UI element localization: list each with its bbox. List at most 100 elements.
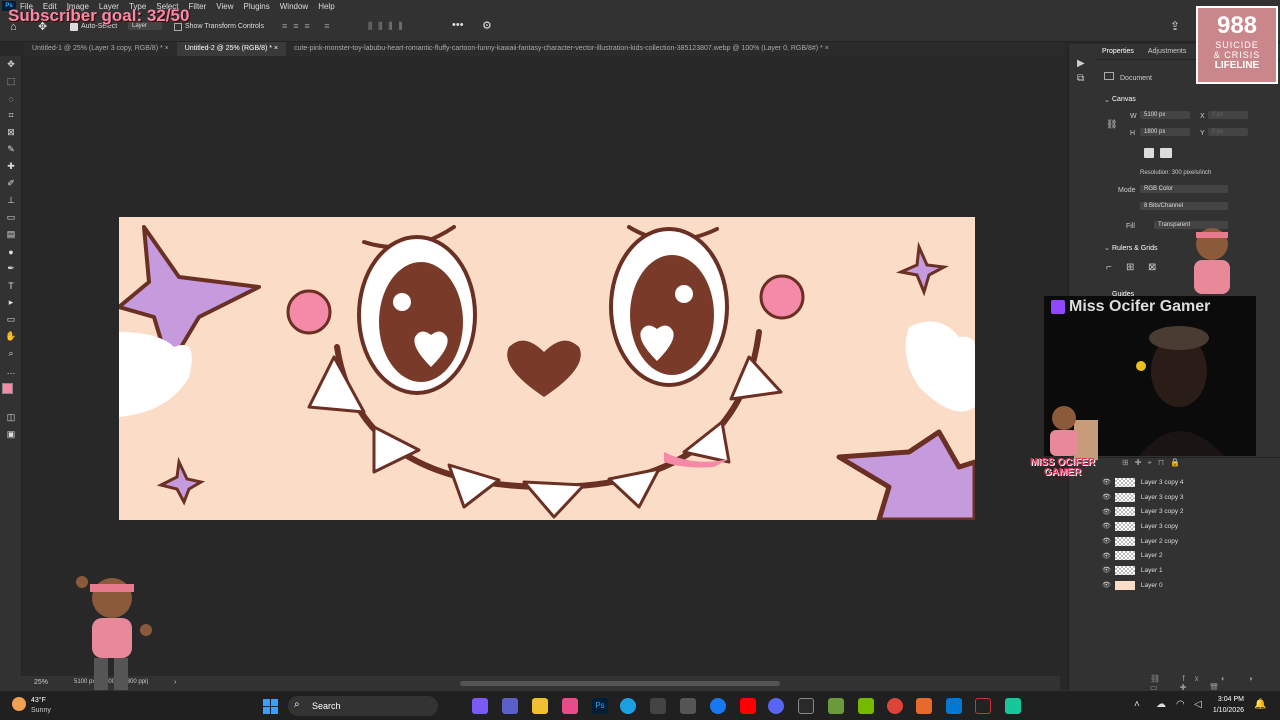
wifi-icon[interactable]: ◠ <box>1176 699 1185 710</box>
gradient-tool-icon[interactable]: ▤ <box>0 226 22 243</box>
zoom-level[interactable]: 25% <box>34 679 48 686</box>
ruler-icon[interactable]: ⌐ <box>1106 262 1112 273</box>
app-icon-pink[interactable] <box>562 698 578 714</box>
nvidia-icon[interactable] <box>858 698 874 714</box>
y-field[interactable]: 0 px <box>1208 128 1248 136</box>
healing-tool-icon[interactable]: ✚ <box>0 158 22 175</box>
close-icon[interactable]: × <box>165 45 169 52</box>
close-icon[interactable]: × <box>274 45 278 52</box>
marquee-tool-icon[interactable]: ⬚ <box>0 73 22 90</box>
eye-visibility-icon[interactable]: 👁 <box>1102 478 1111 486</box>
eye-visibility-icon[interactable]: 👁 <box>1102 493 1111 501</box>
frame-tool-icon[interactable]: ⊠ <box>0 124 22 141</box>
play-icon[interactable]: ▶ <box>1077 58 1096 69</box>
eye-visibility-icon[interactable]: 👁 <box>1102 581 1111 589</box>
layer-row[interactable]: 👁 Layer 3 copy 2 <box>1096 504 1280 519</box>
app-icon-a[interactable] <box>680 698 696 714</box>
canvas-chevron-icon[interactable]: ⌄ <box>1104 96 1110 104</box>
zoom-tool-icon[interactable]: ⌕ <box>0 345 22 362</box>
youtube-icon[interactable] <box>740 698 756 714</box>
layer-row[interactable]: 👁 Layer 2 <box>1096 548 1280 563</box>
layer-filter-icons[interactable]: ⊞✚⌖⊓🔒 <box>1122 458 1186 467</box>
eye-visibility-icon[interactable]: 👁 <box>1102 552 1111 560</box>
discord-icon[interactable] <box>768 698 784 714</box>
path-select-tool-icon[interactable]: ▸ <box>0 294 22 311</box>
menu-window[interactable]: Window <box>280 2 308 11</box>
app-icon-orange[interactable] <box>916 698 932 714</box>
weather-sun-icon[interactable] <box>12 697 26 711</box>
photoshop-taskbar-icon[interactable]: Ps <box>592 698 608 714</box>
bits-dropdown[interactable]: 8 Bits/Channel <box>1140 202 1228 210</box>
eye-visibility-icon[interactable]: 👁 <box>1102 522 1111 530</box>
edge-icon[interactable] <box>620 698 636 714</box>
height-field[interactable]: 1800 px <box>1140 128 1190 136</box>
store-icon[interactable] <box>650 698 666 714</box>
menu-filter[interactable]: Filter <box>189 2 207 11</box>
tab-webp-image[interactable]: cute-pink-monster-toy-labubu-heart-roman… <box>286 42 837 56</box>
weather-temp[interactable]: 43°F <box>31 697 46 704</box>
more-tools-icon[interactable]: … <box>0 362 22 379</box>
status-arrow-icon[interactable]: › <box>174 679 176 686</box>
foreground-color-swatch[interactable] <box>2 383 13 394</box>
file-explorer-icon[interactable] <box>532 698 548 714</box>
stamp-tool-icon[interactable]: ⊥ <box>0 192 22 209</box>
shape-tool-icon[interactable]: ▭ <box>0 311 22 328</box>
menu-plugins[interactable]: Plugins <box>244 2 270 11</box>
screen-mode-icon[interactable]: ▣ <box>0 426 22 443</box>
swatch-icon[interactable]: ⧉ <box>1077 73 1096 84</box>
distribute-icons[interactable]: ⫼⫼⫼⫼ <box>368 21 409 32</box>
crop-tool-icon[interactable]: ⌗ <box>0 107 22 124</box>
more-options-icon[interactable]: ••• <box>452 19 464 31</box>
tab-properties[interactable]: Properties <box>1096 44 1140 59</box>
quick-mask-icon[interactable]: ◫ <box>0 409 22 426</box>
clock-time[interactable]: 3:04 PM <box>1208 696 1244 703</box>
eyedropper-tool-icon[interactable]: ✎ <box>0 141 22 158</box>
portrait-icon[interactable] <box>1144 148 1154 158</box>
x-field[interactable]: 0 px <box>1208 111 1248 119</box>
lasso-tool-icon[interactable]: ◌ <box>0 90 22 107</box>
share-icon[interactable]: ⇪ <box>1170 19 1180 33</box>
landscape-icon[interactable] <box>1160 148 1172 158</box>
type-tool-icon[interactable]: T <box>0 277 22 294</box>
hand-tool-icon[interactable]: ✋ <box>0 328 22 345</box>
layer-row[interactable]: 👁 Layer 3 copy <box>1096 519 1280 534</box>
gear-icon[interactable]: ⚙ <box>482 19 492 32</box>
layer-row[interactable]: 👁 Layer 3 copy 4 <box>1096 475 1280 490</box>
chrome-icon[interactable] <box>887 698 903 714</box>
move-tool-icon[interactable]: ✥ <box>0 56 22 73</box>
layer-row[interactable]: 👁 Layer 2 copy <box>1096 534 1280 549</box>
tray-cloud-icon[interactable]: ☁ <box>1156 699 1166 710</box>
mode-dropdown[interactable]: RGB Color <box>1140 185 1228 193</box>
close-icon[interactable]: × <box>825 45 829 52</box>
taskbar-search-box[interactable]: ⌕ Search <box>288 696 438 716</box>
menu-view[interactable]: View <box>216 2 233 11</box>
tab-adjustments[interactable]: Adjustments <box>1142 44 1193 59</box>
clock-date[interactable]: 1/10/2026 <box>1204 707 1244 714</box>
color-swatches[interactable] <box>0 379 21 409</box>
eye-visibility-icon[interactable]: 👁 <box>1102 537 1111 545</box>
tray-chevron-icon[interactable]: ˄ <box>1134 699 1140 710</box>
speaker-icon[interactable]: ◁ <box>1194 699 1202 710</box>
capcut-icon[interactable] <box>975 698 991 714</box>
horizontal-scrollbar[interactable] <box>460 681 780 686</box>
xbox-icon[interactable] <box>798 698 814 714</box>
link-icon[interactable]: ⛓ <box>1106 119 1117 130</box>
tab-untitled-1[interactable]: Untitled-1 @ 25% (Layer 3 copy, RGB/8) *… <box>24 42 177 56</box>
pixel-grid-icon[interactable]: ⊠ <box>1148 262 1156 273</box>
layer-row[interactable]: 👁 Layer 3 copy 3 <box>1096 490 1280 505</box>
dodge-tool-icon[interactable]: ● <box>0 243 22 260</box>
facebook-icon[interactable] <box>710 698 726 714</box>
windows-start-icon[interactable] <box>263 699 278 714</box>
rulers-chevron-icon[interactable]: ⌄ <box>1104 244 1110 252</box>
menu-help[interactable]: Help <box>318 2 334 11</box>
layer-actions-bar[interactable]: ⛓ fx ◐ ◑ ▭ ✚ 🗑 <box>1096 674 1280 692</box>
grid-icon[interactable]: ⊞ <box>1126 262 1134 273</box>
teams-icon[interactable] <box>502 698 518 714</box>
brush-tool-icon[interactable]: ✐ <box>0 175 22 192</box>
canvas-artwork[interactable] <box>119 217 975 520</box>
copilot-icon[interactable] <box>472 698 488 714</box>
eye-visibility-icon[interactable]: 👁 <box>1102 566 1111 574</box>
notification-bell-icon[interactable]: 🔔 <box>1254 699 1266 710</box>
weather-condition[interactable]: Sunny <box>31 707 51 714</box>
layer-row[interactable]: 👁 Layer 1 <box>1096 563 1280 578</box>
